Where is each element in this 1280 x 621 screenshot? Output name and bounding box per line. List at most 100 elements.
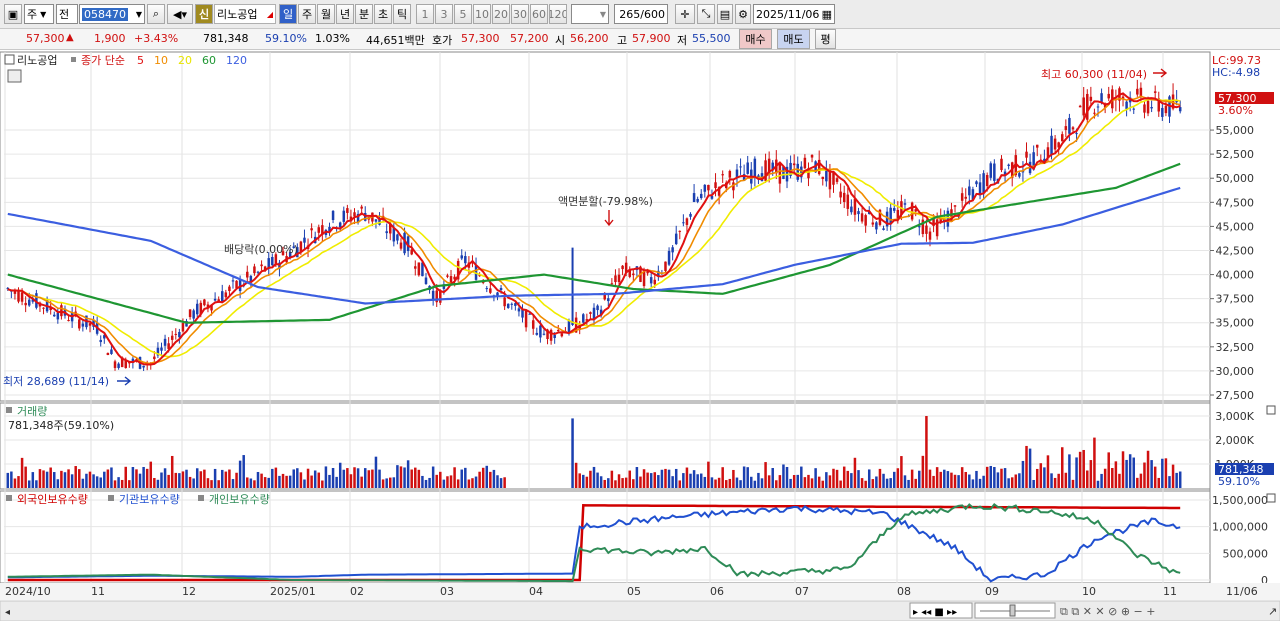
candle-body bbox=[721, 174, 724, 176]
volume-bar bbox=[224, 471, 228, 488]
gear-icon[interactable]: ⚙ bbox=[735, 4, 751, 24]
interval-button-120[interactable]: 120 bbox=[549, 4, 567, 24]
scroll-left-icon[interactable]: ◂ bbox=[5, 607, 10, 618]
market-select[interactable]: 주 ▼ bbox=[24, 4, 54, 24]
volume-bar bbox=[317, 472, 321, 488]
interval-button-5[interactable]: 5 bbox=[454, 4, 472, 24]
eval-button[interactable]: 평 bbox=[815, 29, 836, 49]
legend-ma-20: 20 bbox=[178, 54, 192, 67]
interval-button-60[interactable]: 60 bbox=[530, 4, 548, 24]
volume-bar bbox=[446, 476, 449, 488]
corner-mark-icon: ◢ bbox=[266, 9, 273, 19]
volume-bar bbox=[728, 478, 732, 488]
x-tick-label: 09 bbox=[985, 585, 999, 598]
tab-3[interactable]: 년 bbox=[336, 4, 354, 24]
volume-bar bbox=[996, 472, 1000, 488]
volume-bar bbox=[1111, 468, 1114, 488]
scroll-bar[interactable]: ◂ ▸ ◂◂ ■ ▸▸ ⧉ ⧉ ✕ ✕ ⊘ ⊕ − + ↗ bbox=[0, 600, 1280, 621]
more-icon[interactable]: ↗ bbox=[1268, 605, 1277, 618]
interval-button-1[interactable]: 1 bbox=[416, 4, 434, 24]
volume-bar bbox=[907, 479, 910, 488]
institution-holding-line bbox=[7, 504, 1181, 583]
volume-bar bbox=[1171, 464, 1175, 488]
tool-icons[interactable]: ⧉ ⧉ ✕ ✕ ⊘ ⊕ − + bbox=[1060, 605, 1156, 618]
volume-bar bbox=[1075, 457, 1078, 488]
playback-icons[interactable]: ▸ ◂◂ ■ ▸▸ bbox=[913, 607, 957, 618]
volume-title: 거래량 bbox=[17, 405, 47, 418]
annotation-split: 액면분할(-79.98%) bbox=[558, 195, 653, 208]
save-icon[interactable]: ▤ bbox=[717, 4, 733, 24]
tab-1[interactable]: 주 bbox=[298, 4, 316, 24]
candle-body bbox=[857, 211, 860, 215]
date-input[interactable]: 2025/11/06 ▦ bbox=[753, 4, 835, 24]
sell-button[interactable]: 매도 bbox=[777, 29, 810, 49]
volume-bar bbox=[288, 475, 292, 488]
candle-body bbox=[557, 330, 560, 332]
tab-5[interactable]: 초 bbox=[374, 4, 392, 24]
candle-body bbox=[27, 299, 31, 306]
candle-body bbox=[710, 195, 714, 199]
candle-body bbox=[1053, 138, 1057, 150]
volume-bar bbox=[578, 473, 581, 488]
volume-bar bbox=[321, 480, 324, 488]
candle-body bbox=[835, 178, 839, 182]
x-tick-label: 2024/10 bbox=[5, 585, 51, 598]
candle-body bbox=[539, 325, 542, 338]
volume-bar bbox=[403, 467, 406, 488]
volume-bar bbox=[181, 471, 185, 488]
volume-bar bbox=[1021, 460, 1025, 488]
volume-bar bbox=[292, 469, 295, 488]
candle-body bbox=[1068, 117, 1071, 134]
candle-body bbox=[839, 191, 842, 198]
count-current: 265 bbox=[619, 7, 641, 21]
up-arrow-icon: ▲ bbox=[66, 32, 74, 43]
volume-bar bbox=[267, 477, 270, 488]
volume-bar bbox=[6, 472, 10, 488]
search-icon[interactable]: ⌕ bbox=[147, 4, 165, 24]
volume-bar bbox=[639, 476, 642, 488]
candle-body bbox=[256, 271, 260, 273]
volume-bar bbox=[160, 472, 163, 488]
volume-bar bbox=[989, 465, 993, 488]
volume-bar bbox=[574, 462, 578, 488]
candle-body bbox=[810, 154, 814, 158]
volume-value: 781,348 bbox=[203, 32, 249, 45]
interval-input[interactable]: ▼ bbox=[571, 4, 609, 24]
tab-6[interactable]: 틱 bbox=[393, 4, 411, 24]
tab-4[interactable]: 분 bbox=[355, 4, 373, 24]
volume-bar bbox=[1153, 466, 1157, 488]
slider-thumb[interactable] bbox=[1009, 604, 1016, 617]
candle-body bbox=[360, 206, 363, 209]
x-tick-label: 12 bbox=[182, 585, 196, 598]
period-type-select[interactable]: 전 bbox=[56, 4, 78, 24]
tab-0[interactable]: 일 bbox=[279, 4, 297, 24]
crosshair-icon[interactable]: ✛ bbox=[675, 4, 695, 24]
volume-bar bbox=[53, 472, 56, 488]
speaker-icon[interactable]: ◀▾ bbox=[167, 4, 193, 24]
volume-bar bbox=[56, 479, 60, 488]
candle-body bbox=[78, 319, 81, 329]
data-count-field[interactable]: 265/600 bbox=[614, 4, 668, 24]
volume-bar bbox=[935, 467, 939, 488]
interval-button-10[interactable]: 10 bbox=[473, 4, 491, 24]
volume-bar bbox=[971, 479, 975, 488]
tab-2[interactable]: 월 bbox=[317, 4, 335, 24]
volume-bar bbox=[324, 466, 328, 488]
candle-body bbox=[56, 313, 60, 320]
candle-body bbox=[846, 194, 850, 209]
price-tick-label: 27,500 bbox=[1216, 389, 1255, 402]
layout-icon[interactable]: ▣ bbox=[4, 4, 22, 24]
volume-bar bbox=[1043, 467, 1046, 488]
volume-bar bbox=[178, 473, 181, 488]
interval-button-20[interactable]: 20 bbox=[492, 4, 510, 24]
stock-code-input[interactable]: 058470 ▼ bbox=[79, 4, 145, 24]
zoom-icon[interactable]: ⤡ bbox=[697, 4, 715, 24]
price-tick-label: 30,000 bbox=[1216, 365, 1255, 378]
buy-button[interactable]: 매수 bbox=[739, 29, 772, 49]
interval-button-30[interactable]: 30 bbox=[511, 4, 529, 24]
legend-ma-10: 10 bbox=[154, 54, 168, 67]
volume-bar bbox=[692, 470, 696, 488]
interval-button-3[interactable]: 3 bbox=[435, 4, 453, 24]
volume-bar bbox=[124, 466, 127, 488]
volume-bar bbox=[396, 465, 399, 488]
